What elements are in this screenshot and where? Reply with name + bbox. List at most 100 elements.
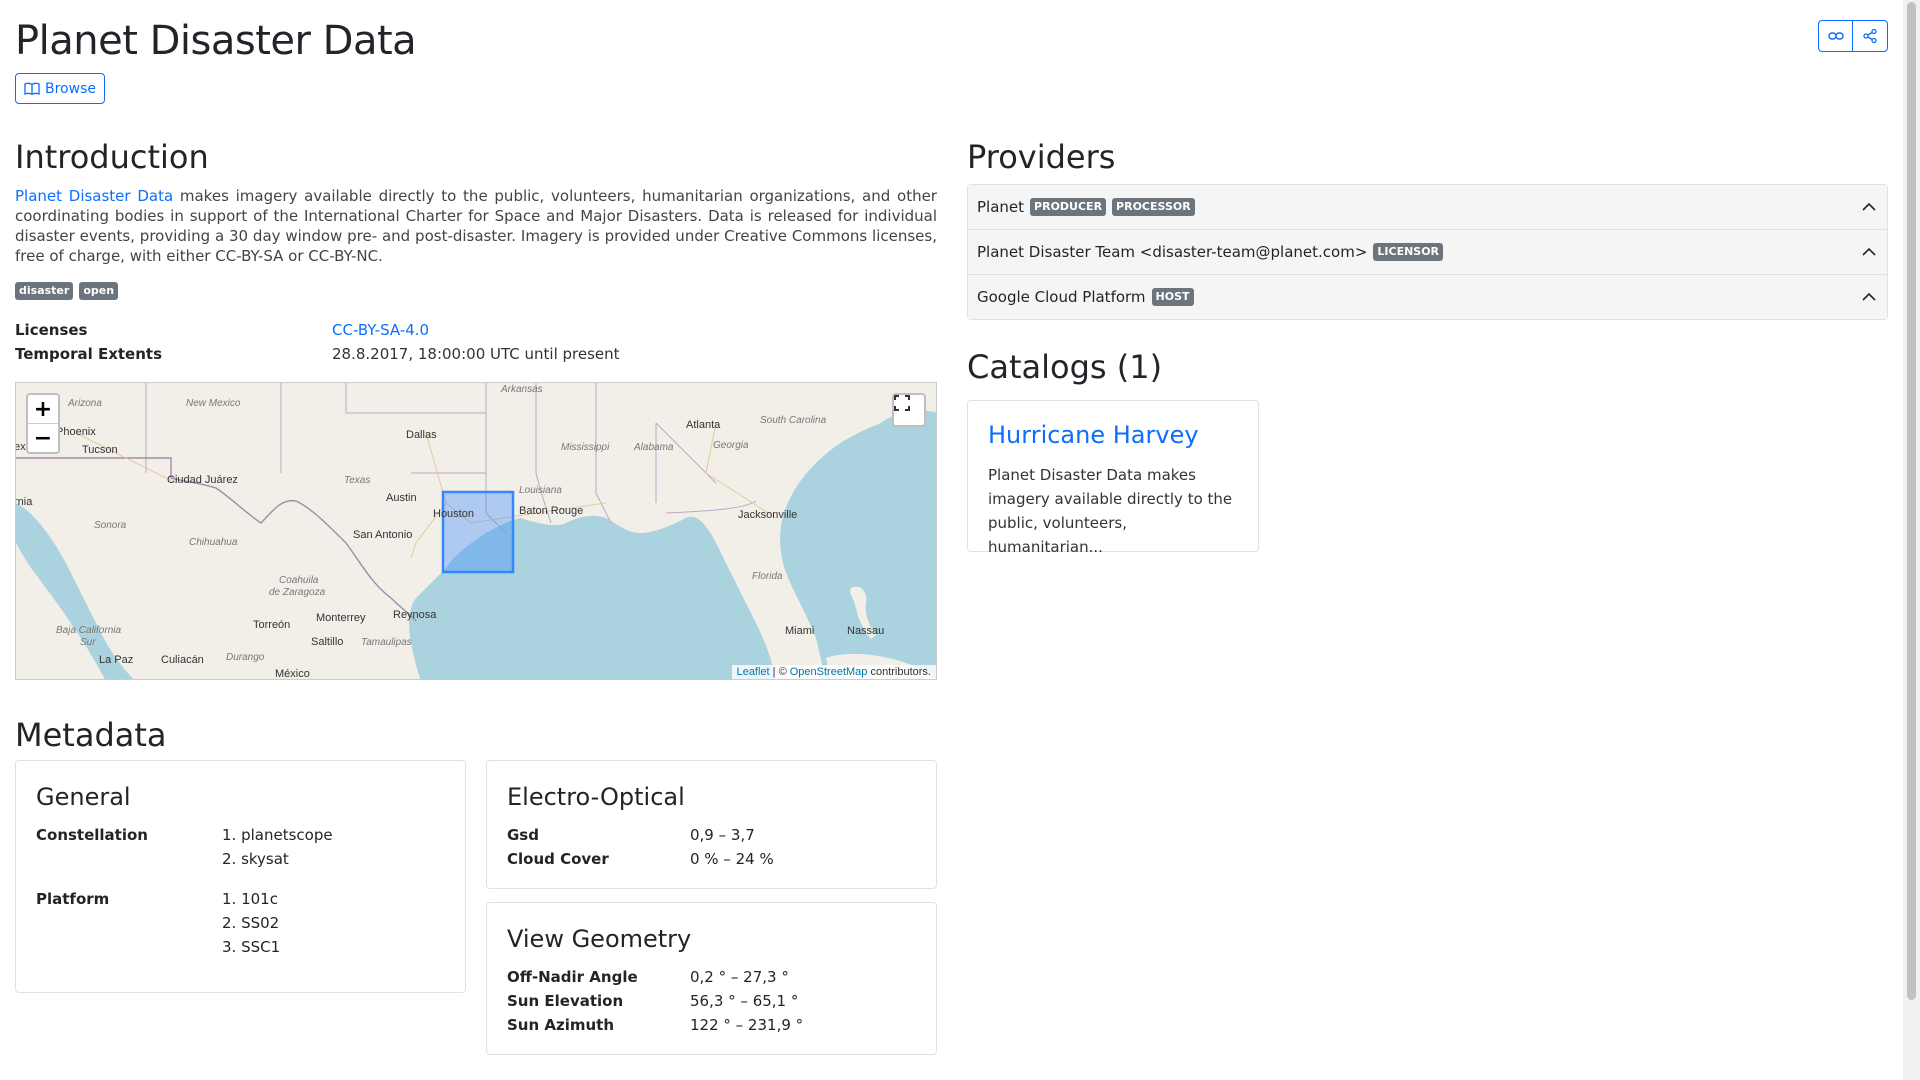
map-label: de Zaragoza	[269, 587, 326, 598]
sun-azimuth-label: Sun Azimuth	[507, 1016, 615, 1034]
off-nadir-value: 0,2 ° – 27,3 °	[690, 968, 789, 986]
provider-item[interactable]: Google Cloud Platform HOST	[968, 275, 1887, 319]
map-label: Arizona	[67, 398, 102, 409]
map-label: Arkansas	[500, 384, 543, 395]
map-label: Baton Rouge	[519, 505, 583, 517]
map-label: Dallas	[406, 429, 437, 441]
map-label: New Mexico	[186, 398, 241, 409]
introduction-heading: Introduction	[15, 138, 209, 176]
scrollbar[interactable]	[1903, 0, 1920, 1080]
intro-link[interactable]: Planet Disaster Data	[15, 187, 173, 205]
map-label: Austin	[386, 492, 417, 504]
map-label: Texas	[344, 475, 370, 486]
licenses-label: Licenses	[15, 321, 88, 339]
role-badge: PRODUCER	[1030, 198, 1107, 216]
map-label: Florida	[752, 571, 783, 582]
scrollbar-thumb[interactable]	[1907, 2, 1916, 1000]
collection-bbox[interactable]	[441, 490, 515, 574]
book-icon	[24, 82, 40, 95]
attribution-sep: | ©	[769, 666, 790, 678]
share-button[interactable]	[1853, 20, 1888, 52]
catalog-title[interactable]: Hurricane Harvey	[988, 421, 1238, 449]
license-link[interactable]: CC-BY-SA-4.0	[332, 321, 429, 339]
intro-description: Planet Disaster Data makes imagery avail…	[15, 186, 937, 266]
general-card: General Constellation 1. planetscope 2. …	[15, 760, 466, 993]
sun-elevation-value: 56,3 ° – 65,1 °	[690, 992, 799, 1010]
osm-link[interactable]: OpenStreetMap	[790, 666, 868, 678]
cloud-cover-value: 0 % – 24 %	[690, 850, 774, 868]
map-label: Sonora	[94, 520, 127, 531]
leaflet-link[interactable]: Leaflet	[737, 666, 770, 678]
map-label: Jacksonville	[738, 509, 797, 521]
map-label: Georgia	[713, 440, 749, 451]
map-label: Coahuila	[279, 575, 319, 586]
browse-button[interactable]: Browse	[15, 73, 105, 104]
copy-link-button[interactable]	[1818, 20, 1853, 52]
catalog-description: Planet Disaster Data makes imagery avail…	[988, 466, 1233, 556]
map-label: Atlanta	[686, 419, 721, 431]
metadata-heading: Metadata	[15, 716, 167, 754]
temporal-value: 28.8.2017, 18:00:00 UTC until present	[332, 345, 620, 363]
browse-label: Browse	[45, 80, 96, 97]
map-label: Sur	[80, 637, 96, 648]
map-label: Culiacán	[161, 654, 204, 666]
map-label: Chihuahua	[189, 537, 238, 548]
providers-heading: Providers	[967, 138, 1116, 176]
map-label: rnia	[16, 496, 33, 508]
share-icon	[1863, 28, 1877, 44]
map-label: Monterrey	[316, 612, 366, 624]
platform-label: Platform	[36, 890, 110, 908]
chevron-up-icon	[1862, 292, 1876, 301]
keyword-badge: open	[79, 282, 119, 300]
list-item: 2. skysat	[222, 850, 289, 868]
summary-table: Licenses CC-BY-SA-4.0 Temporal Extents 2…	[15, 318, 937, 366]
sun-azimuth-value: 122 ° – 231,9 °	[690, 1016, 804, 1034]
provider-name: Google Cloud Platform	[977, 288, 1146, 306]
map-label: Houston	[433, 508, 474, 520]
keyword-badge: disaster	[15, 282, 74, 300]
top-actions	[1818, 20, 1888, 52]
eo-title: Electro-Optical	[507, 783, 685, 811]
constellation-label: Constellation	[36, 826, 148, 844]
catalog-card[interactable]: Hurricane Harvey Planet Disaster Data ma…	[967, 400, 1259, 556]
page-title: Planet Disaster Data	[15, 18, 417, 64]
map-label: Phoenix	[56, 426, 96, 438]
general-title: General	[36, 783, 131, 811]
provider-name: Planet	[977, 198, 1025, 216]
zoom-out-button[interactable]: −	[28, 424, 58, 452]
link-icon	[1827, 32, 1844, 40]
map-attribution: Leaflet | © OpenStreetMap contributors.	[731, 665, 936, 679]
provider-item[interactable]: Planet PRODUCER PROCESSOR	[968, 185, 1887, 230]
left-column: Introduction Planet Disaster Data makes …	[15, 138, 937, 680]
fullscreen-button[interactable]	[892, 393, 926, 427]
gsd-label: Gsd	[507, 826, 539, 844]
sun-elevation-label: Sun Elevation	[507, 992, 624, 1010]
chevron-up-icon	[1862, 202, 1876, 211]
zoom-in-button[interactable]: +	[28, 395, 58, 424]
constellation-list: 1. planetscope 2. skysat	[222, 823, 333, 871]
map-label: México	[275, 668, 310, 680]
map-label: Tucson	[82, 444, 118, 456]
map-label: Louisiana	[519, 485, 562, 496]
list-item: 3. SSC1	[222, 938, 281, 956]
map-label: Baja California	[56, 625, 121, 636]
electro-optical-card: Electro-Optical Gsd 0,9 – 3,7 Cloud Cove…	[486, 760, 937, 889]
list-item: 2. SS02	[222, 914, 280, 932]
role-badge: HOST	[1151, 288, 1194, 306]
map[interactable]: Arizona New Mexico Arkansas Phoenix exi …	[15, 382, 937, 680]
role-badge: PROCESSOR	[1112, 198, 1195, 216]
gsd-value: 0,9 – 3,7	[690, 826, 755, 844]
temporal-label: Temporal Extents	[15, 345, 163, 363]
right-column: Providers Planet PRODUCER PROCESSOR Plan…	[967, 138, 1888, 556]
view-geometry-title: View Geometry	[507, 925, 692, 953]
attribution-tail: contributors.	[867, 666, 931, 678]
map-label: La Paz	[99, 654, 133, 666]
map-label: Tamaulipas	[361, 637, 412, 648]
map-label: Reynosa	[393, 609, 437, 621]
map-label: South Carolina	[760, 415, 827, 426]
zoom-control: + −	[26, 393, 60, 454]
map-label: Durango	[226, 652, 265, 663]
provider-item[interactable]: Planet Disaster Team <disaster-team@plan…	[968, 230, 1887, 275]
map-label: Saltillo	[311, 636, 343, 648]
cloud-cover-label: Cloud Cover	[507, 850, 609, 868]
